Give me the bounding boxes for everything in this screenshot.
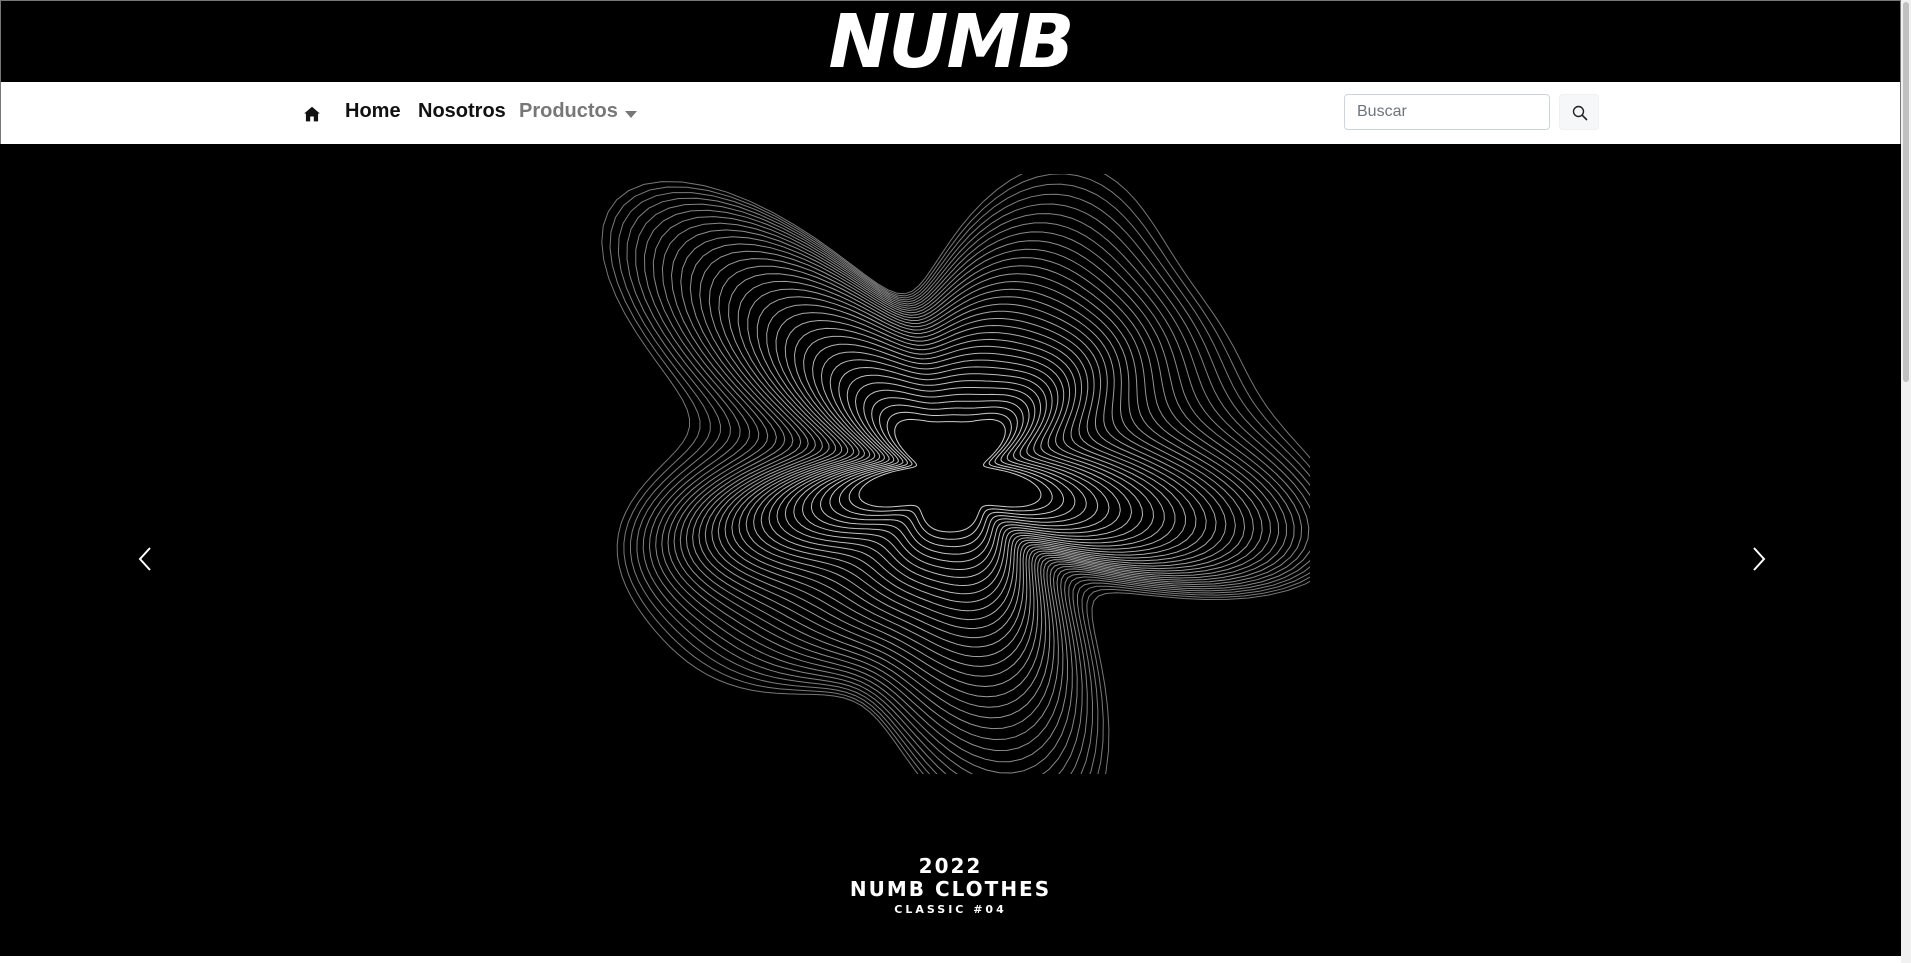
page: NUMB Home Nosotros Productos Buscar 2022… — [0, 0, 1911, 963]
nav-link-productos[interactable]: Productos — [519, 100, 618, 123]
carousel-prev-button[interactable] — [124, 534, 164, 584]
wave-ring — [711, 280, 1236, 688]
nav-link-home[interactable]: Home — [345, 100, 401, 123]
wave-ring — [667, 229, 1295, 763]
brand-bar: NUMB — [0, 0, 1901, 83]
wave-ring — [661, 222, 1303, 774]
hero-carousel: 2022 NUMB CLOTHES CLASSIC #04 — [0, 144, 1901, 956]
carousel-next-button[interactable] — [1740, 534, 1780, 584]
wave-flower-artwork — [601, 174, 1310, 774]
nav-link-nosotros[interactable]: Nosotros — [418, 100, 506, 123]
hero-caption-title: NUMB CLOTHES — [849, 877, 1052, 901]
scrollbar-thumb[interactable] — [1903, 2, 1909, 382]
wave-ring — [609, 174, 1310, 774]
search-icon — [1572, 105, 1588, 121]
hero-caption-subtitle: CLASSIC #04 — [894, 903, 1007, 916]
home-icon[interactable] — [303, 105, 321, 123]
search-input[interactable] — [1344, 94, 1550, 130]
wave-ring — [768, 343, 1155, 612]
search-button[interactable] — [1559, 94, 1599, 130]
wave-ring — [738, 312, 1197, 648]
hero-caption-year: 2022 — [918, 854, 983, 878]
main-navbar: Home Nosotros Productos — [0, 82, 1901, 144]
chevron-left-icon — [138, 547, 151, 571]
page-scrollbar[interactable] — [1901, 0, 1911, 963]
chevron-right-icon — [1753, 547, 1766, 571]
wave-ring — [617, 183, 1310, 774]
brand-logo[interactable]: NUMB — [828, 1, 1074, 83]
wave-ring — [704, 273, 1246, 698]
chevron-down-icon[interactable] — [625, 111, 637, 118]
